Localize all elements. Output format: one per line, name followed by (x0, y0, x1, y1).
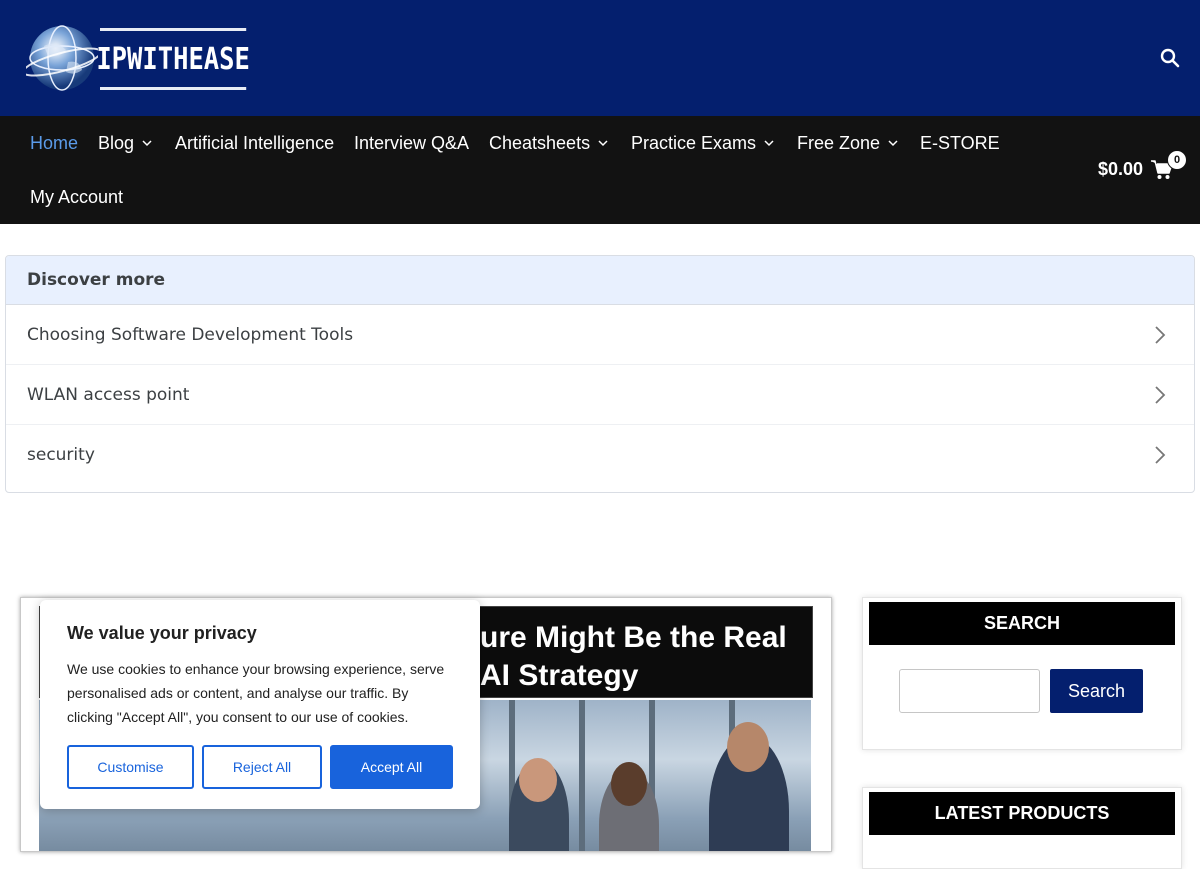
discover-item-label: security (27, 444, 95, 465)
nav-item-practice-exams[interactable]: Practice Exams (631, 131, 774, 155)
main-navigation: Home Blog Artificial Intelligence Interv… (0, 116, 1200, 224)
nav-item-interview-qa[interactable]: Interview Q&A (354, 131, 469, 155)
site-logo[interactable]: IPWITHEASE (26, 22, 276, 94)
nav-item-my-account[interactable]: My Account (30, 185, 123, 209)
nav-label: Practice Exams (631, 132, 757, 153)
search-widget-title: SEARCH (869, 602, 1175, 645)
chevron-right-icon (1155, 325, 1166, 344)
latest-products-title: LATEST PRODUCTS (869, 792, 1175, 835)
cookie-title: We value your privacy (67, 623, 257, 643)
latest-products-widget: LATEST PRODUCTS (862, 787, 1182, 869)
discover-item[interactable]: Choosing Software Development Tools (6, 305, 1194, 365)
nav-item-cheatsheets[interactable]: Cheatsheets (489, 131, 608, 155)
search-icon[interactable] (1158, 46, 1182, 70)
nav-label: Interview Q&A (354, 132, 470, 153)
search-button[interactable]: Search (1050, 669, 1143, 713)
nav-label: Blog (98, 132, 135, 153)
discover-item-label: Choosing Software Development Tools (27, 324, 354, 345)
nav-item-e-store[interactable]: E-STORE (920, 131, 1000, 155)
nav-label: Artificial Intelligence (175, 132, 335, 153)
discover-item-label: WLAN access point (27, 384, 190, 405)
discover-more-title: Discover more (6, 256, 1194, 305)
article-title-line: ure Might Be the Real (480, 621, 787, 654)
accept-all-button[interactable]: Accept All (330, 745, 453, 789)
nav-label: Cheatsheets (489, 132, 591, 153)
nav-item-blog[interactable]: Blog (98, 131, 152, 155)
reject-all-button[interactable]: Reject All (202, 745, 322, 789)
cookie-consent-dialog: We value your privacy We use cookies to … (40, 600, 480, 809)
nav-label: Free Zone (797, 132, 881, 153)
chevron-right-icon (1155, 445, 1166, 464)
cart-count-badge: 0 (1167, 150, 1187, 170)
globe-icon (26, 25, 98, 91)
chevron-down-icon (142, 140, 152, 147)
nav-item-artificial-intelligence[interactable]: Artificial Intelligence (175, 131, 334, 155)
chevron-right-icon (1155, 385, 1166, 404)
chevron-down-icon (764, 140, 774, 147)
nav-label: Home (30, 132, 79, 153)
customise-button[interactable]: Customise (67, 745, 194, 789)
cookie-text: We use cookies to enhance your browsing … (67, 661, 445, 725)
site-header: IPWITHEASE (0, 0, 1200, 116)
nav-label: E-STORE (920, 132, 1000, 153)
chevron-down-icon (598, 140, 608, 147)
nav-item-free-zone[interactable]: Free Zone (797, 131, 898, 155)
nav-item-home[interactable]: Home (30, 131, 78, 155)
discover-item[interactable]: WLAN access point (6, 365, 1194, 425)
cart-button[interactable]: $0.00 (1098, 159, 1173, 180)
chevron-down-icon (888, 140, 898, 147)
cart-total: $0.00 (1098, 159, 1144, 179)
article-title-line: AI Strategy (480, 659, 639, 692)
search-input[interactable] (899, 669, 1040, 713)
search-widget: SEARCH Search (862, 597, 1182, 750)
discover-item[interactable]: security (6, 425, 1194, 484)
nav-label: My Account (30, 186, 124, 207)
discover-more-panel: Discover more Choosing Software Developm… (5, 255, 1195, 493)
brand-name: IPWITHEASE (96, 28, 250, 90)
